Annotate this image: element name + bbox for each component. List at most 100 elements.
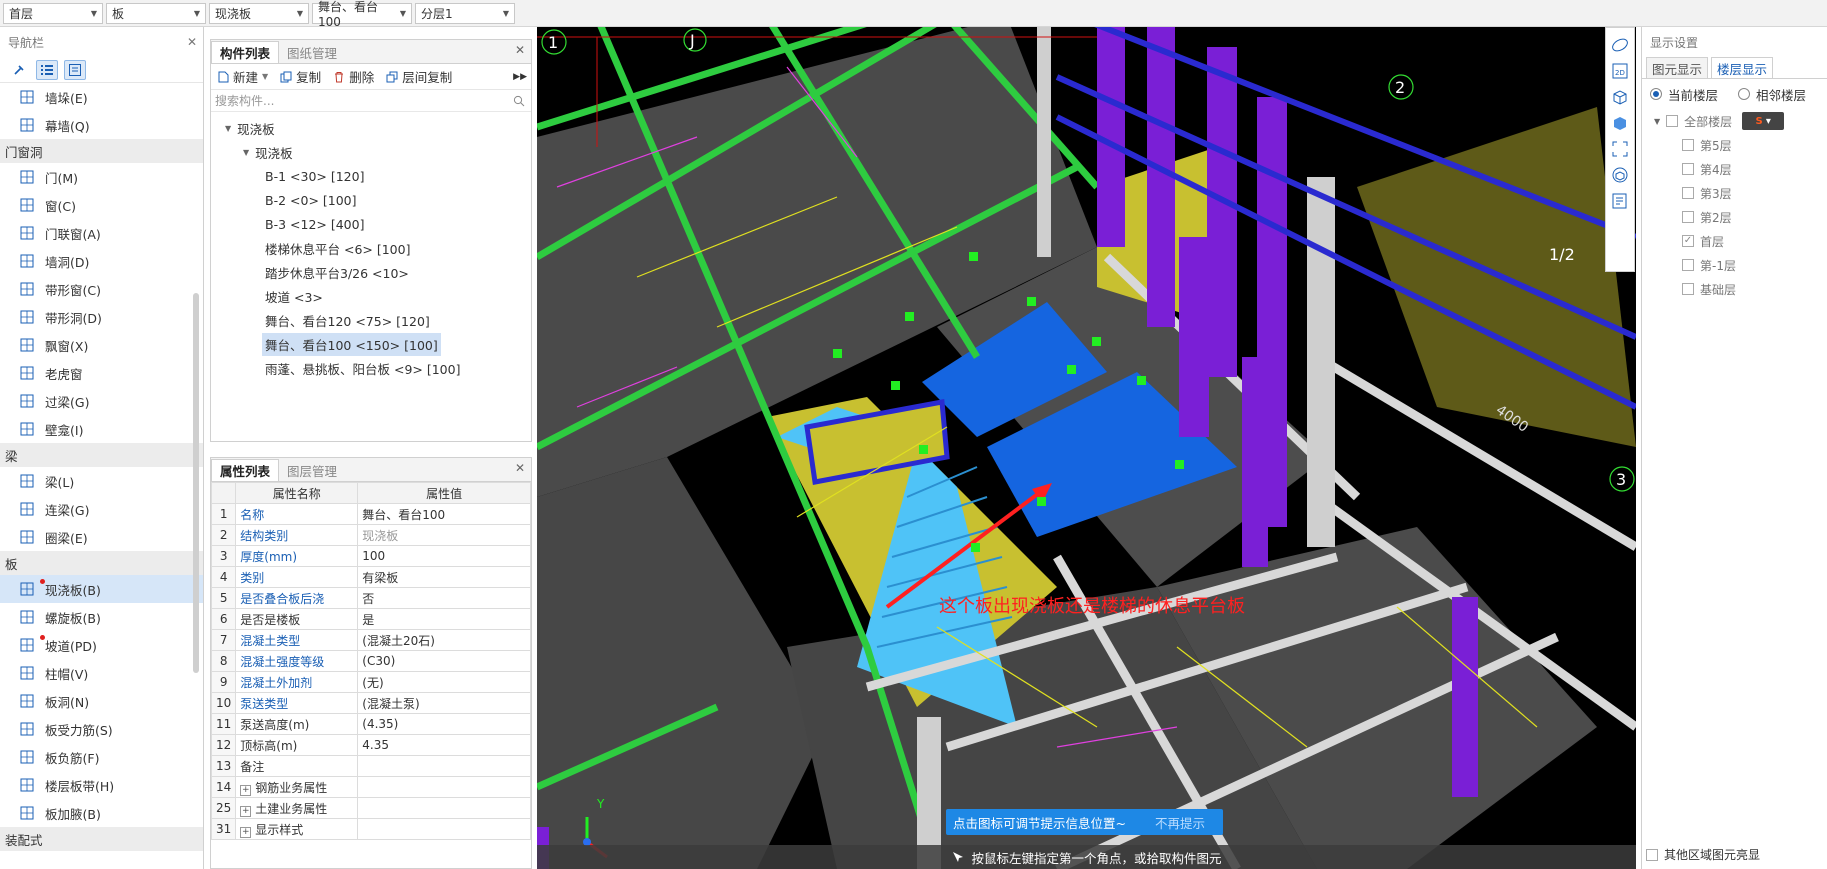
property-value[interactable]: 100 — [357, 545, 531, 567]
nav-item[interactable]: 现浇板(B) — [0, 575, 203, 603]
layer-select[interactable]: 分层1 ▼ — [415, 2, 515, 24]
highlight-checkbox[interactable] — [1646, 848, 1658, 861]
expand-plus-icon[interactable]: + — [240, 805, 252, 817]
nav-item[interactable]: 板加腋(B) — [0, 799, 203, 827]
orbit-icon[interactable] — [1609, 34, 1631, 56]
3d-solid-icon[interactable] — [1609, 112, 1631, 134]
component-select[interactable]: 舞台、看台100 ▼ — [312, 0, 412, 29]
component-item[interactable]: 雨蓬、悬挑板、阳台板 <9> [100] — [211, 356, 531, 380]
floor-checkbox[interactable]: ✓ — [1682, 235, 1694, 247]
component-item[interactable]: 舞台、看台100 <150> [100] — [211, 332, 531, 356]
nav-item[interactable]: 梁(L) — [0, 467, 203, 495]
nav-item[interactable]: 壁龛(I) — [0, 415, 203, 443]
highlight-other-option[interactable]: 其他区域图元亮显 — [1646, 846, 1760, 863]
nav-item[interactable]: 过梁(G) — [0, 387, 203, 415]
component-item[interactable]: 舞台、看台120 <75> [120] — [211, 308, 531, 332]
nav-category[interactable]: 板 — [0, 551, 203, 575]
copy-button[interactable]: 复制 — [280, 67, 321, 86]
3d-box-icon[interactable] — [1609, 86, 1631, 108]
3d-viewport[interactable]: 1 J 2 1/2 3 4000 这个板出现浇板还是楼梯的休息平台板 Y — [537, 27, 1636, 869]
property-row[interactable]: 4 类别 有梁板 — [210, 566, 531, 588]
property-value[interactable]: 现浇板 — [357, 524, 531, 546]
component-item[interactable]: B-2 <0> [100] — [211, 188, 531, 212]
collapse-icon[interactable]: ▼ — [243, 148, 249, 157]
floor-copy-button[interactable]: 层间复制 — [386, 67, 452, 86]
property-row[interactable]: 10 泵送类型 (混凝土泵) — [210, 692, 531, 714]
floor-item[interactable]: 第2层 — [1642, 205, 1827, 229]
property-value[interactable]: 4.35 — [357, 734, 531, 756]
radio-adjacent-floor[interactable]: 相邻楼层 — [1738, 85, 1806, 104]
nav-item[interactable]: 柱帽(V) — [0, 659, 203, 687]
close-icon[interactable]: ✕ — [515, 461, 525, 475]
property-value[interactable]: (无) — [357, 671, 531, 693]
property-row[interactable]: 6 是否是楼板是 — [210, 608, 531, 630]
floor-checkbox[interactable] — [1682, 211, 1694, 223]
close-icon[interactable]: ✕ — [187, 35, 197, 49]
component-item[interactable]: B-1 <30> [120] — [211, 164, 531, 188]
expand-plus-icon[interactable]: + — [240, 784, 252, 796]
nav-item[interactable]: 幕墙(Q) — [0, 111, 203, 139]
2d-view-icon[interactable]: 2D — [1609, 60, 1631, 82]
nav-item[interactable]: 带形洞(D) — [0, 303, 203, 331]
property-value[interactable]: 否 — [357, 587, 531, 609]
close-icon[interactable]: ✕ — [515, 43, 525, 57]
property-value[interactable] — [357, 797, 531, 819]
tab-drawing-manager[interactable]: 图纸管理 — [279, 41, 345, 63]
floor-item[interactable]: 第5层 — [1642, 133, 1827, 157]
model-render[interactable]: 1 J 2 1/2 3 4000 这个板出现浇板还是楼梯的休息平台板 Y — [537, 27, 1636, 869]
nav-item[interactable]: 门联窗(A) — [0, 219, 203, 247]
tab-element-display[interactable]: 图元显示 — [1646, 57, 1709, 78]
tab-property-list[interactable]: 属性列表 — [211, 459, 280, 481]
nav-item[interactable]: 墙垛(E) — [0, 83, 203, 111]
floor-item[interactable]: 第4层 — [1642, 157, 1827, 181]
tree-root[interactable]: ▼ 现浇板 — [211, 116, 531, 140]
property-value[interactable]: (4.35) — [357, 713, 531, 735]
property-value[interactable]: (C30) — [357, 650, 531, 672]
collapse-icon[interactable]: ▼ — [1654, 117, 1660, 126]
collapse-icon[interactable]: ▼ — [225, 124, 231, 133]
nav-item[interactable]: 板受力筋(S) — [0, 715, 203, 743]
nav-item[interactable]: 板负筋(F) — [0, 743, 203, 771]
property-row[interactable]: 13 备注 — [210, 755, 531, 777]
nav-item[interactable]: 窗(C) — [0, 191, 203, 219]
floor-checkbox[interactable] — [1682, 163, 1694, 175]
property-row[interactable]: 8 混凝土强度等级 (C30) — [210, 650, 531, 672]
property-row[interactable]: 1 名称 舞台、看台100 — [210, 503, 531, 525]
floor-checkbox[interactable] — [1682, 283, 1694, 295]
property-row[interactable]: 3 厚度(mm) 100 — [210, 545, 531, 567]
property-row[interactable]: 14 + 钢筋业务属性 — [210, 776, 531, 798]
nav-item[interactable]: 老虎窗 — [0, 359, 203, 387]
nav-item[interactable]: 连梁(G) — [0, 495, 203, 523]
floor-item[interactable]: 基础层 — [1642, 277, 1827, 301]
tab-floor-display[interactable]: 楼层显示 — [1711, 57, 1774, 78]
property-row[interactable]: 31 + 显示样式 — [210, 818, 531, 840]
nav-item[interactable]: 楼层板带(H) — [0, 771, 203, 799]
nav-category[interactable]: 门窗洞 — [0, 139, 203, 163]
expand-plus-icon[interactable]: + — [240, 826, 252, 838]
nav-item[interactable]: 墙洞(D) — [0, 247, 203, 275]
search-input[interactable]: 搜索构件... — [215, 92, 274, 109]
nav-item[interactable]: 门(M) — [0, 163, 203, 191]
property-row[interactable]: 2 结构类别 现浇板 — [210, 524, 531, 546]
detail-view-icon[interactable] — [64, 59, 86, 80]
nav-category[interactable]: 梁 — [0, 443, 203, 467]
property-value[interactable]: 有梁板 — [357, 566, 531, 588]
component-item[interactable]: 坡道 <3> — [211, 284, 531, 308]
dismiss-hint-link[interactable]: 不再提示 — [1155, 813, 1205, 832]
list-view-icon[interactable] — [36, 59, 58, 80]
hint-bubble[interactable]: 点击图标可调节提示信息位置~ 不再提示 — [946, 809, 1223, 835]
property-value[interactable]: 是 — [357, 608, 531, 630]
floor-checkbox[interactable] — [1682, 259, 1694, 271]
nav-item[interactable]: 板洞(N) — [0, 687, 203, 715]
component-search[interactable]: 搜索构件... — [211, 90, 531, 112]
type-select[interactable]: 现浇板 ▼ — [209, 2, 309, 24]
select-cube-icon[interactable] — [1609, 164, 1631, 186]
tab-component-list[interactable]: 构件列表 — [211, 41, 280, 63]
component-item[interactable]: 踏步休息平台3/26 <10> — [211, 260, 531, 284]
expand-icon[interactable]: ▶▶ — [513, 72, 527, 82]
property-value[interactable]: 舞台、看台100 — [357, 503, 531, 525]
zoom-extents-icon[interactable] — [1609, 138, 1631, 160]
new-button[interactable]: 新建 ▼ — [217, 67, 268, 86]
property-row[interactable]: 25 + 土建业务属性 — [210, 797, 531, 819]
property-value[interactable] — [357, 818, 531, 840]
